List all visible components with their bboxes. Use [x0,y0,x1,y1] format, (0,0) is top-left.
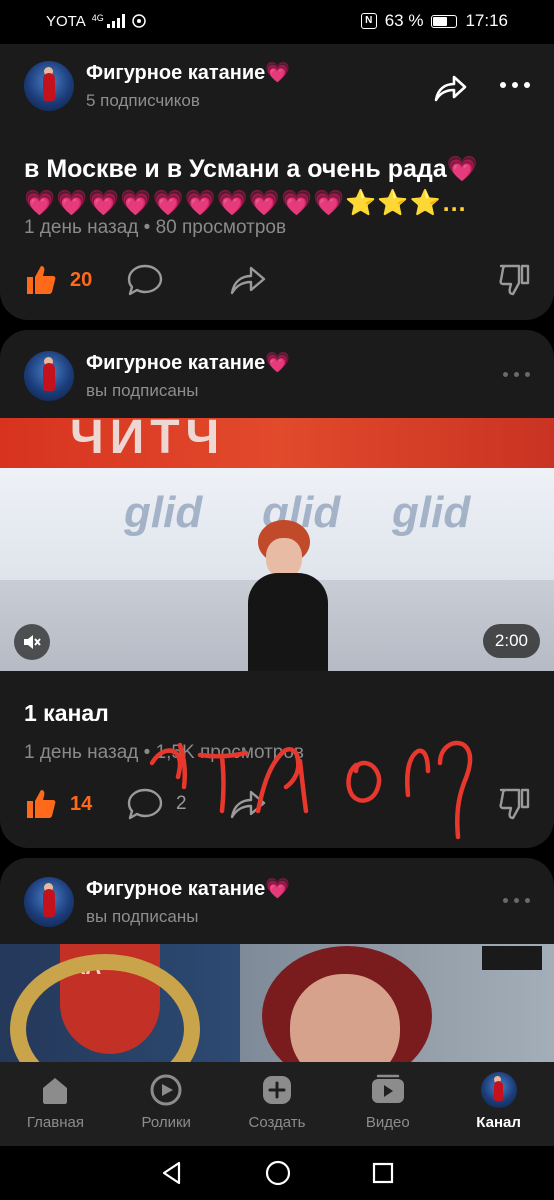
channel-avatar[interactable] [24,350,74,401]
post-text-cut-line [24,136,524,148]
comment-count: 2 [176,793,187,814]
subscription-status: вы подписаны [86,907,199,926]
more-options-button[interactable] [503,898,530,903]
bottom-navigation: Главная Ролики Создать Видео Канал [0,1062,554,1146]
video-thumbnail[interactable]: КА [0,944,554,1068]
heart-emoji: 💗 [265,62,291,84]
post-meta: 1 день назад • 1,5K просмотров [24,742,305,763]
comment-icon [127,788,163,820]
nfc-icon: N [360,13,377,29]
channel-avatar[interactable] [24,60,74,111]
create-icon [262,1076,291,1104]
dislike-icon[interactable] [498,787,530,821]
clock: 17:16 [465,11,508,30]
channel-name[interactable]: Фигурное катание💗 [86,876,290,901]
channel-avatar [480,1072,517,1108]
back-icon[interactable] [159,1160,185,1186]
home-circle-icon[interactable] [264,1159,292,1187]
nav-create[interactable]: Создать [222,1062,333,1146]
thumbs-up-icon [27,790,56,818]
share-icon[interactable] [228,787,268,821]
share-icon[interactable] [228,263,268,297]
channel-name[interactable]: Фигурное катание💗 [86,350,290,375]
subscriber-count: 5 подписчиков [86,91,200,110]
hotspot-icon [132,14,146,28]
arena-banner: ЧИТЧ [0,418,554,468]
post-card-2: Фигурное катание💗 вы подписаны ЧИТЧ glid… [0,330,554,848]
comment-icon [127,264,163,296]
recents-icon[interactable] [371,1161,395,1185]
video-title[interactable]: 1 канал [24,700,109,727]
post-actions: 20 [24,258,530,302]
nav-channel[interactable]: Канал [443,1062,554,1146]
comment-button[interactable] [126,263,228,297]
nav-label: Канал [476,1114,521,1131]
post-text[interactable]: в Москве и в Усмани а очень рада💗 💗💗💗💗💗💗… [24,136,524,220]
post-text-line: в Москве и в Усмани а очень рада💗 [24,155,478,183]
heart-emoji: 💗 [265,878,291,900]
nav-home[interactable]: Главная [0,1062,111,1146]
nav-video[interactable]: Видео [332,1062,443,1146]
network-type: 4G [91,13,104,23]
post-card-3: Фигурное катание💗 вы подписаны КА [0,858,554,1068]
more-options-button[interactable] [500,82,530,88]
signal-icon: 4G [92,14,125,28]
share-icon[interactable] [432,72,468,104]
muted-speaker-icon [24,635,41,649]
like-button[interactable]: 14 [24,787,126,821]
channel-name[interactable]: Фигурное катание💗 [86,60,290,85]
post-meta: 1 день назад • 80 просмотров [24,217,287,238]
clips-icon [150,1074,182,1106]
video-duration: 2:00 [482,624,540,658]
video-icon [371,1074,404,1103]
mute-button[interactable] [14,624,50,660]
heart-emoji: 💗 [265,352,291,374]
system-navigation-bar [0,1146,554,1200]
battery-icon [431,14,458,28]
battery-percent: 63 % [384,11,424,30]
nav-label: Главная [26,1114,84,1131]
like-count: 14 [70,792,93,815]
nav-label: Ролики [141,1114,191,1131]
nav-label: Создать [248,1114,306,1131]
thumbs-up-icon [27,266,56,294]
carrier-label: YOTA [46,12,86,30]
subscription-status: вы подписаны [86,381,199,400]
more-options-button[interactable] [503,372,530,377]
comment-button[interactable]: 2 [126,787,228,821]
tv-channel-logo [482,946,542,970]
nav-clips[interactable]: Ролики [111,1062,222,1146]
home-icon [43,1078,68,1104]
dislike-icon[interactable] [498,263,530,297]
like-button[interactable]: 20 [24,263,126,297]
post-header[interactable]: Фигурное катание💗 вы подписаны [24,350,290,401]
channel-avatar[interactable] [24,876,74,927]
like-count: 20 [70,268,93,291]
video-player[interactable]: ЧИТЧ glid glid glid 2:00 [0,418,554,671]
post-card-1: Фигурное катание💗 5 подписчиков в Москве… [0,44,554,320]
nav-label: Видео [365,1114,410,1131]
post-emoji-line: 💗💗💗💗💗💗💗💗💗💗⭐⭐⭐… [24,189,468,217]
status-bar: YOTA 4G N 63 % 17:16 [0,0,554,42]
post-header[interactable]: Фигурное катание💗 5 подписчиков [24,60,290,111]
post-actions: 14 2 [24,782,530,826]
post-header[interactable]: Фигурное катание💗 вы подписаны [24,876,290,927]
